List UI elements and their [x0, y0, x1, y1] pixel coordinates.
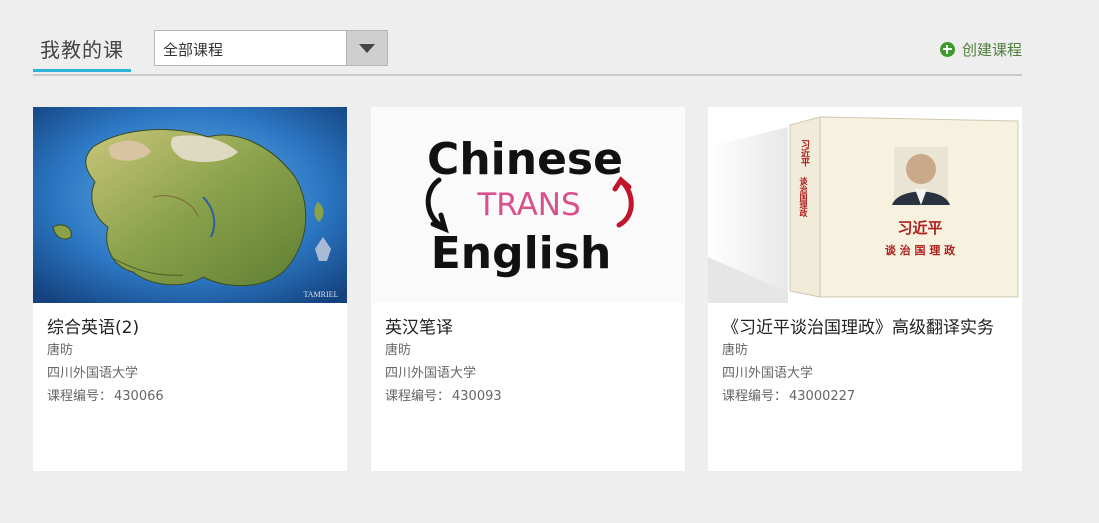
- course-code: 课程编号： 43000227: [722, 385, 855, 404]
- course-card[interactable]: TAMRIEL 综合英语(2) 唐昉 四川外国语大学 课程编号： 430066: [33, 107, 347, 471]
- book-author: 习近平: [897, 219, 942, 237]
- spine-title: 谈治国理政: [798, 176, 809, 218]
- course-card[interactable]: Chinese TRANS English 英汉笔译 唐昉 四川外国语大学 课程…: [371, 107, 685, 471]
- map-logo-text: TAMRIEL: [304, 290, 339, 299]
- plus-circle-icon: [939, 41, 955, 57]
- chinese-word: Chinese: [427, 134, 623, 185]
- trans-word: TRANS: [476, 187, 580, 223]
- course-code-value: 43000227: [789, 389, 856, 404]
- course-teacher: 唐昉: [385, 343, 412, 358]
- course-code-label: 课程编号：: [47, 389, 113, 404]
- chevron-down-icon: [359, 44, 375, 53]
- course-filter-select[interactable]: 全部课程: [154, 30, 388, 66]
- trans-image: Chinese TRANS English: [371, 107, 685, 303]
- course-code-value: 430093: [452, 389, 502, 404]
- course-code: 课程编号： 430093: [385, 385, 502, 404]
- tab-my-courses-label: 我教的课: [40, 38, 124, 62]
- course-code-value: 430066: [114, 389, 164, 404]
- course-thumbnail-book[interactable]: 习近平 谈 治 国 理 政 习近平 谈治国理政: [708, 107, 1022, 303]
- create-course-label: 创建课程: [961, 40, 1022, 59]
- course-card[interactable]: 习近平 谈 治 国 理 政 习近平 谈治国理政 《习近平谈治国理政》高级翻译实务…: [708, 107, 1022, 471]
- header-bar: 我教的课 全部课程 创建课程: [33, 28, 1022, 76]
- course-school: 四川外国语大学: [722, 366, 814, 381]
- course-school: 四川外国语大学: [385, 366, 477, 381]
- course-thumbnail-trans[interactable]: Chinese TRANS English: [371, 107, 685, 303]
- course-teacher: 唐昉: [722, 343, 749, 358]
- course-thumbnail-map[interactable]: TAMRIEL: [33, 107, 347, 303]
- course-title[interactable]: 英汉笔译: [385, 313, 453, 338]
- english-word: English: [431, 228, 612, 279]
- course-title[interactable]: 综合英语(2): [47, 313, 139, 338]
- course-teacher: 唐昉: [47, 343, 74, 358]
- course-school: 四川外国语大学: [47, 366, 139, 381]
- map-image: TAMRIEL: [33, 107, 347, 303]
- dropdown-button[interactable]: [346, 31, 387, 65]
- page: 我教的课 全部课程 创建课程 TAMRIEL 综合英语(2) 唐昉 四川外国语大…: [0, 0, 1099, 523]
- course-filter-value: 全部课程: [163, 41, 224, 59]
- course-title[interactable]: 《习近平谈治国理政》高级翻译实务: [722, 313, 994, 338]
- course-code: 课程编号： 430066: [47, 385, 164, 404]
- create-course-button[interactable]: 创建课程: [939, 38, 1022, 60]
- course-code-label: 课程编号：: [722, 389, 788, 404]
- book-image: 习近平 谈 治 国 理 政 习近平 谈治国理政: [708, 107, 1022, 303]
- spine-name: 习近平: [799, 139, 810, 167]
- tab-my-courses[interactable]: 我教的课: [33, 28, 131, 72]
- course-code-label: 课程编号：: [385, 389, 451, 404]
- book-title: 谈 治 国 理 政: [885, 243, 956, 257]
